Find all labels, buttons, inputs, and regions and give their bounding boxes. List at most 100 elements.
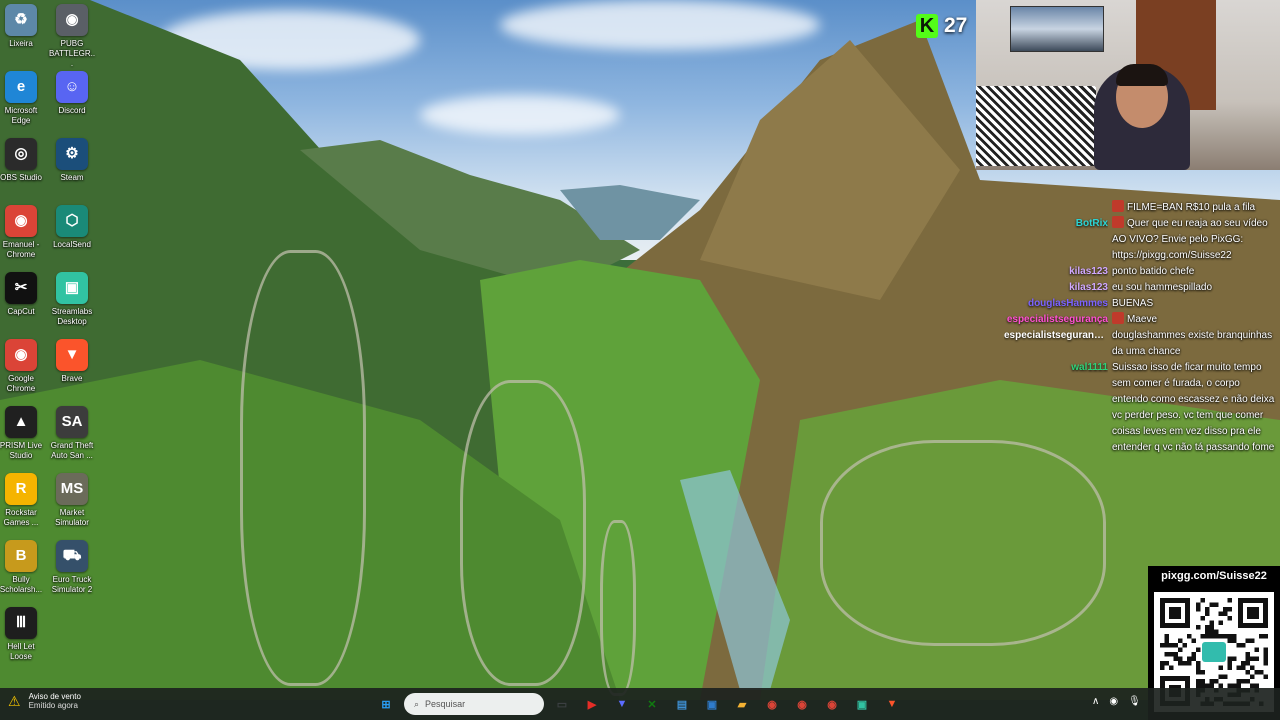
wallpaper-road (600, 520, 636, 696)
chat-text: Suissao isso de ficar muito tempo sem co… (1112, 360, 1276, 456)
desktop-shortcut[interactable]: ◉ PUBG BATTLEGR... (48, 4, 96, 69)
pubg-icon: ◉ (56, 4, 88, 36)
qr-module (1164, 643, 1169, 648)
desktop-shortcut[interactable]: ⛟ Euro Truck Simulator 2 (48, 540, 96, 595)
vpn-icon[interactable]: ▼ (610, 692, 634, 716)
desktop-shortcut[interactable]: ☺ Discord (48, 71, 96, 116)
qr-module (1227, 634, 1232, 639)
qr-module (1169, 643, 1174, 648)
windows-start-icon[interactable]: ⊞ (374, 692, 398, 716)
desktop-shortcut[interactable]: MS Market Simulator (48, 473, 96, 528)
qr-module (1223, 607, 1228, 612)
qr-module (1218, 634, 1223, 639)
pix-url: pixgg.com/Suisse22 (1161, 570, 1267, 582)
qr-module (1209, 634, 1214, 639)
desktop-shortcut[interactable]: ◉ Google Chrome (0, 339, 45, 394)
chat-text-content: BUENAS (1112, 298, 1154, 309)
qr-module (1254, 647, 1259, 652)
brave-icon[interactable]: ▼ (880, 692, 904, 716)
qr-module (1191, 652, 1196, 657)
desktop-shortcut-label: Emanuel - Chrome (2, 240, 40, 259)
youtube-icon[interactable]: ▶ (580, 692, 604, 716)
desktop-shortcut[interactable]: ◉ Emanuel - Chrome (0, 205, 45, 260)
qr-module (1227, 656, 1232, 661)
task-view-icon[interactable]: ▭ (550, 692, 574, 716)
chat-message: kilas123 ponto batido chefe (1004, 264, 1276, 280)
qr-module (1196, 602, 1201, 607)
notes-icon[interactable]: ▤ (670, 692, 694, 716)
chat-message: FILME=BAN R$10 pula a fila (1004, 200, 1276, 216)
qr-module (1205, 607, 1210, 612)
desktop-shortcut[interactable]: ◎ OBS Studio (0, 138, 45, 183)
desktop-shortcut-label: PUBG BATTLEGR... (48, 39, 96, 68)
desktop-shortcut[interactable]: ✂ CapCut (0, 272, 45, 317)
qr-module (1209, 625, 1214, 630)
chat-username (1004, 200, 1108, 216)
chrome-icon[interactable]: ◉ (820, 692, 844, 716)
qr-module (1241, 665, 1246, 670)
qr-module (1227, 616, 1232, 621)
chat-text-content: Maeve (1127, 314, 1158, 325)
qr-module (1227, 607, 1232, 612)
chrome-icon[interactable]: ◉ (760, 692, 784, 716)
desktop-shortcut[interactable]: Ⅲ Hell Let Loose (0, 607, 45, 662)
file-explorer-icon[interactable]: ▰ (730, 692, 754, 716)
tray-chevron-icon[interactable]: ∧ (1092, 696, 1099, 707)
desktop-shortcut[interactable]: SA Grand Theft Auto San ... (48, 406, 96, 461)
desktop-shortcut[interactable]: R Rockstar Games ... (0, 473, 45, 528)
qr-module (1200, 679, 1205, 684)
qr-module (1223, 634, 1228, 639)
weather-notification[interactable]: ⚠ Aviso de vento Emitido agora (8, 692, 81, 710)
qr-module (1205, 611, 1210, 616)
microphone-icon[interactable]: 🎙︎ (1128, 696, 1141, 707)
tray-app-icon[interactable]: ◉ (1109, 696, 1118, 707)
qr-module (1196, 625, 1201, 630)
chat-text: ponto batido chefe (1112, 264, 1276, 280)
xbox-icon[interactable]: ✕ (640, 692, 664, 716)
desktop-shortcut-label: Rockstar Games ... (3, 508, 39, 527)
qr-module (1223, 611, 1228, 616)
streamlabs-icon[interactable]: ▣ (850, 692, 874, 716)
qr-module (1241, 661, 1246, 666)
qr-module (1214, 634, 1219, 639)
qr-module (1200, 634, 1205, 639)
chat-text: eu sou hammespillado (1112, 280, 1276, 296)
desktop-shortcut[interactable]: ⚙ Steam (48, 138, 96, 183)
notification-title: Aviso de vento (28, 692, 81, 701)
qr-module (1178, 656, 1183, 661)
desktop-shortcut[interactable]: ▲ PRISM Live Studio (0, 406, 45, 461)
chat-message: douglasHammes BUENAS (1004, 296, 1276, 312)
desktop-shortcut[interactable]: ⬡ LocalSend (48, 205, 96, 250)
taskbar-search-box[interactable]: ⌕ Pesquisar (404, 693, 544, 715)
chat-message: BotRix Quer que eu reaja ao seu vídeo AO … (1004, 216, 1276, 264)
qr-module (1205, 629, 1210, 634)
steam-icon: ⚙ (56, 138, 88, 170)
qr-module (1250, 638, 1255, 643)
qr-module (1245, 670, 1250, 675)
desktop-shortcut[interactable]: e Microsoft Edge (0, 71, 45, 126)
desktop-shortcut-label: Google Chrome (6, 374, 36, 393)
desktop-shortcut[interactable]: ▼ Brave (48, 339, 96, 384)
desktop-shortcut[interactable]: B Bully Scholarsh... (0, 540, 45, 595)
qr-module (1218, 620, 1223, 625)
hell-let-loose-icon: Ⅲ (5, 607, 37, 639)
qr-module (1169, 652, 1174, 657)
desktop-shortcut[interactable]: ▣ Streamlabs Desktop (48, 272, 96, 327)
chrome-icon[interactable]: ◉ (790, 692, 814, 716)
desktop-shortcut-label: Market Simulator (55, 508, 89, 527)
monitor-icon[interactable]: ▣ (700, 692, 724, 716)
qr-module (1254, 670, 1259, 675)
chat-message: wal1111 Suissao isso de ficar muito tempo… (1004, 360, 1276, 456)
desktop-shortcut[interactable]: ♻ Lixeira (0, 4, 45, 49)
qr-module (1245, 679, 1250, 684)
taskbar: ⚠ Aviso de vento Emitido agora ⊞ ⌕ Pesquis… (0, 688, 1280, 720)
desktop-shortcut-label: PRISM Live Studio (0, 441, 43, 460)
qr-module (1241, 643, 1246, 648)
webcam-overlay (976, 0, 1280, 170)
bully-icon: B (5, 540, 37, 572)
qr-module (1164, 638, 1169, 643)
qr-module (1196, 665, 1201, 670)
qr-module (1263, 634, 1268, 639)
qr-module (1200, 616, 1205, 621)
chat-text: Maeve (1112, 312, 1276, 328)
